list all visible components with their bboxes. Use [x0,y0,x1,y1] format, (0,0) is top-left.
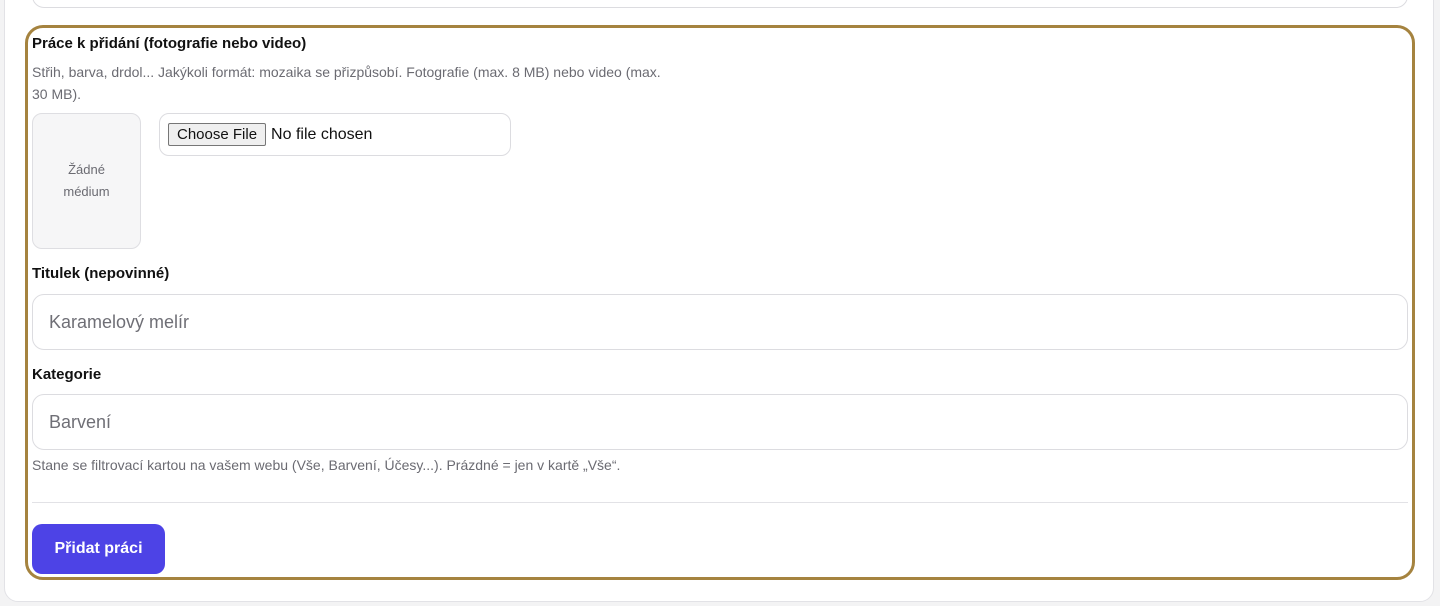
file-status-text: No file chosen [271,125,373,143]
add-work-button[interactable]: Přidat práci [32,524,165,574]
media-preview: Žádné médium [32,113,141,249]
media-help-line-2: 30 MB). [32,86,82,102]
choose-file-button[interactable]: Choose File [168,123,267,146]
category-help-text: Stane se filtrovací kartou na vašem webu… [32,457,621,473]
form-divider [32,502,1408,503]
media-help-text: Střih, barva, drdol... Jakýkoli formát: … [32,61,661,105]
media-label: Práce k přidání (fotografie nebo video) [32,35,307,52]
previous-section-card [32,0,1408,8]
media-preview-empty-text: Žádné médium [63,162,110,199]
media-help-line-1: Střih, barva, drdol... Jakýkoli formát: … [32,64,661,80]
category-input[interactable] [32,394,1408,450]
title-label: Titulek (nepovinné) [32,265,170,282]
title-input[interactable] [32,294,1408,350]
file-input[interactable]: Choose File No file chosen [159,113,511,156]
category-label: Kategorie [32,366,102,383]
